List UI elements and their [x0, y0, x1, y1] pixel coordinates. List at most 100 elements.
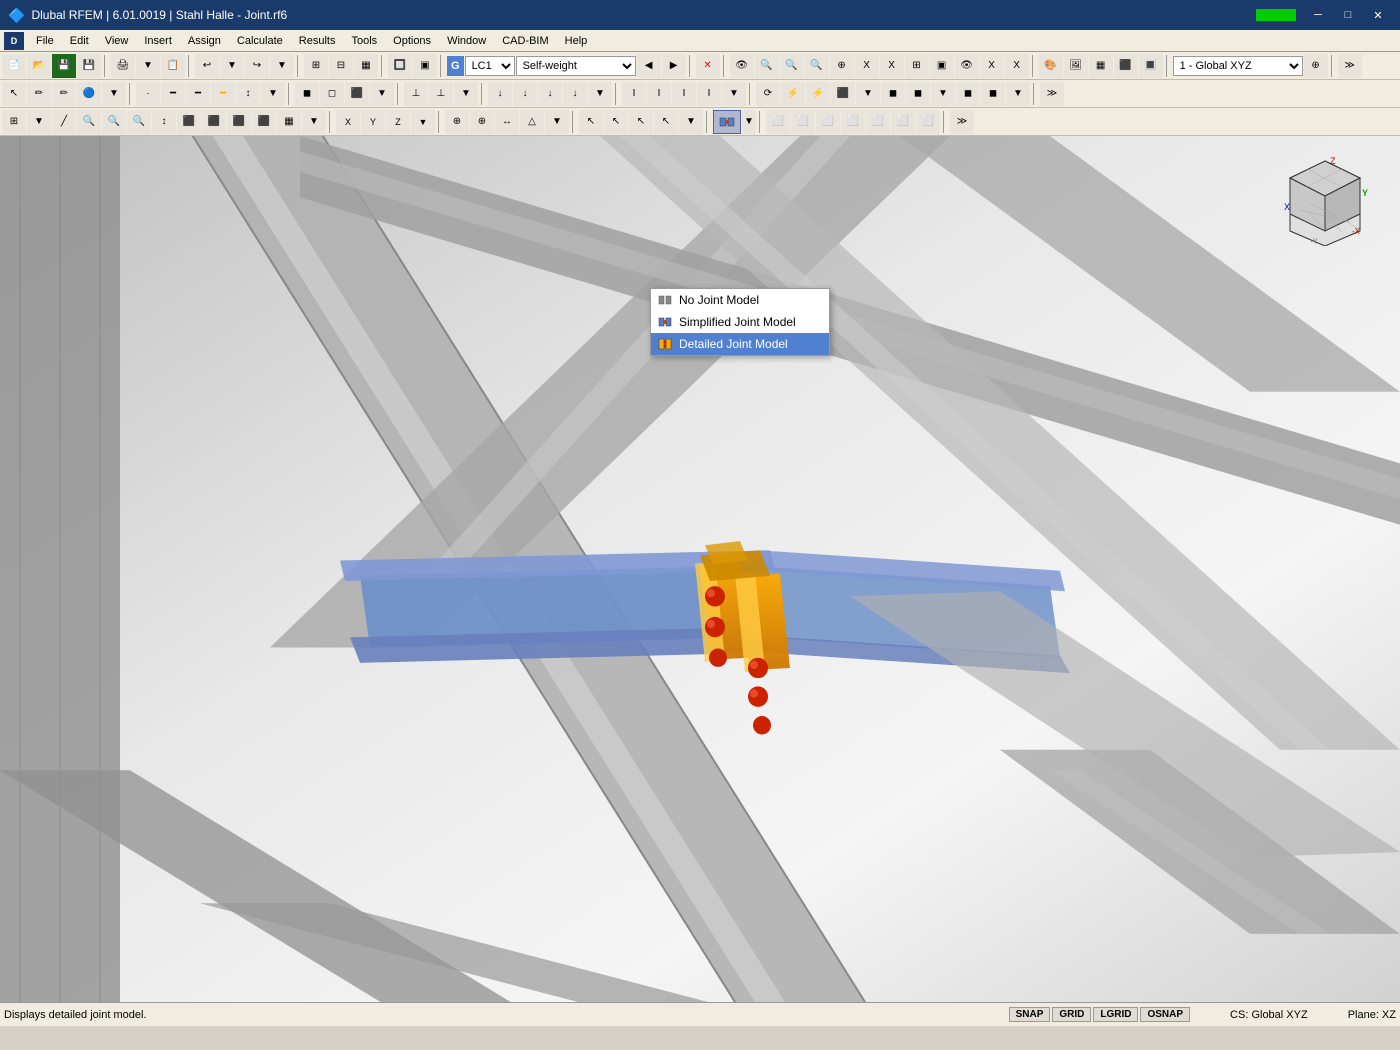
new-btn[interactable]: 📄: [2, 54, 26, 78]
t3-view1[interactable]: ⊞: [2, 110, 26, 134]
t2-calc8[interactable]: ▼: [931, 82, 955, 106]
t2-btn5[interactable]: ▼: [102, 82, 126, 106]
t3-view11[interactable]: ⬛: [252, 110, 276, 134]
t2-member4[interactable]: ↕: [236, 82, 260, 106]
save-all-btn[interactable]: 💾: [77, 54, 101, 78]
t3-misc3[interactable]: ⬜: [816, 110, 840, 134]
t2-support3[interactable]: ▼: [454, 82, 478, 106]
t2-support2[interactable]: ⊥: [429, 82, 453, 106]
t2-member3[interactable]: ━: [211, 82, 235, 106]
t2-calc6[interactable]: ◼: [881, 82, 905, 106]
t3-misc7[interactable]: ⬜: [916, 110, 940, 134]
redo-dropdown[interactable]: ▼: [270, 54, 294, 78]
t2-calc10[interactable]: ◼: [981, 82, 1005, 106]
menu-calculate[interactable]: Calculate: [229, 30, 291, 51]
t3-snap2[interactable]: ⊕: [470, 110, 494, 134]
view-icon8[interactable]: ⊞: [905, 54, 929, 78]
t2-member1[interactable]: ━: [161, 82, 185, 106]
coord-btn[interactable]: ⊕: [1304, 54, 1328, 78]
print-dropdown[interactable]: ▼: [136, 54, 160, 78]
menu-assign[interactable]: Assign: [180, 30, 229, 51]
3d-viewport[interactable]: No Joint Model Simplified Joint Model: [0, 136, 1400, 1026]
t2-sect2[interactable]: I: [647, 82, 671, 106]
t2-calc5[interactable]: ▼: [856, 82, 880, 106]
t2-calc7[interactable]: ◼: [906, 82, 930, 106]
view-icon2[interactable]: 🔍: [755, 54, 779, 78]
t3-view9[interactable]: ⬛: [202, 110, 226, 134]
t2-sect1[interactable]: I: [622, 82, 646, 106]
open-btn[interactable]: 📂: [27, 54, 51, 78]
t2-sect3[interactable]: I: [672, 82, 696, 106]
t2-support1[interactable]: ⊥: [404, 82, 428, 106]
view-icon5[interactable]: ⊕: [830, 54, 854, 78]
t2-btn1[interactable]: ↖: [2, 82, 26, 106]
t2-btn2[interactable]: ✏: [27, 82, 51, 106]
minimize-button[interactable]: ─: [1304, 5, 1332, 25]
menu-tools[interactable]: Tools: [343, 30, 385, 51]
render4-btn[interactable]: ⬛: [1114, 54, 1138, 78]
t2-btn4[interactable]: 🔵: [77, 82, 101, 106]
t3-select2[interactable]: ↖: [604, 110, 628, 134]
view-icon1[interactable]: 👁: [730, 54, 754, 78]
t2-load4[interactable]: ↓: [563, 82, 587, 106]
joint-model-dropdown[interactable]: ▼: [742, 110, 756, 134]
menu-results[interactable]: Results: [291, 30, 344, 51]
t3-view4[interactable]: 🔍: [77, 110, 101, 134]
table3-btn[interactable]: ▦: [354, 54, 378, 78]
t3-view7[interactable]: ↕: [152, 110, 176, 134]
menu-help[interactable]: Help: [557, 30, 596, 51]
t3-select5[interactable]: ▼: [679, 110, 703, 134]
t2-calc9[interactable]: ◼: [956, 82, 980, 106]
lc-selector[interactable]: LC1: [465, 56, 515, 76]
view-icon10[interactable]: 👁: [955, 54, 979, 78]
menu-window[interactable]: Window: [439, 30, 494, 51]
lgrid-btn[interactable]: LGRID: [1093, 1007, 1138, 1022]
t3-snap3[interactable]: ↔: [495, 110, 519, 134]
undo-btn[interactable]: ↩: [195, 54, 219, 78]
view-icon6[interactable]: X: [855, 54, 879, 78]
t2-sect5[interactable]: ▼: [722, 82, 746, 106]
menu-view[interactable]: View: [97, 30, 137, 51]
t2-member5[interactable]: ▼: [261, 82, 285, 106]
redo-btn[interactable]: ↪: [245, 54, 269, 78]
t3-view2[interactable]: ▼: [27, 110, 51, 134]
t2-more[interactable]: ≫: [1040, 82, 1064, 106]
t2-load3[interactable]: ↓: [538, 82, 562, 106]
t3-view6[interactable]: 🔍: [127, 110, 151, 134]
maximize-button[interactable]: □: [1334, 5, 1362, 25]
t2-calc3[interactable]: ⚡: [806, 82, 830, 106]
t3-misc6[interactable]: ⬜: [891, 110, 915, 134]
t3-select1[interactable]: ↖: [579, 110, 603, 134]
t3-axis-xyz[interactable]: ▼: [411, 110, 435, 134]
t3-view8[interactable]: ⬛: [177, 110, 201, 134]
coord-selector[interactable]: 1 - Global XYZ: [1173, 56, 1303, 76]
t2-sect4[interactable]: I: [697, 82, 721, 106]
t2-load1[interactable]: ↓: [488, 82, 512, 106]
t2-surface2[interactable]: ◻: [320, 82, 344, 106]
t3-view13[interactable]: ▼: [302, 110, 326, 134]
t3-snap5[interactable]: ▼: [545, 110, 569, 134]
view-icon4[interactable]: 🔍: [805, 54, 829, 78]
t2-calc1[interactable]: ⟳: [756, 82, 780, 106]
t2-load2[interactable]: ↓: [513, 82, 537, 106]
t2-surface[interactable]: ◼: [295, 82, 319, 106]
t3-misc2[interactable]: ⬜: [791, 110, 815, 134]
view-icon12[interactable]: X: [1005, 54, 1029, 78]
lc-prev[interactable]: ◀: [637, 54, 661, 78]
orientation-cube[interactable]: Y Z X -X -Y: [1280, 156, 1370, 246]
render3-btn[interactable]: ▦: [1089, 54, 1113, 78]
t3-view5[interactable]: 🔍: [102, 110, 126, 134]
save-btn[interactable]: 💾: [52, 54, 76, 78]
menu-file[interactable]: File: [28, 30, 62, 51]
copy-btn[interactable]: 📋: [161, 54, 185, 78]
t3-select4[interactable]: ↖: [654, 110, 678, 134]
no-joint-model-item[interactable]: No Joint Model: [651, 289, 829, 311]
t2-load5[interactable]: ▼: [588, 82, 612, 106]
table-btn[interactable]: ⊞: [304, 54, 328, 78]
t3-axis-y[interactable]: Y: [361, 110, 385, 134]
t3-view3[interactable]: ╱: [52, 110, 76, 134]
print-btn[interactable]: 🖨: [111, 54, 135, 78]
t2-calc11[interactable]: ▼: [1006, 82, 1030, 106]
close-button[interactable]: ✕: [1364, 5, 1392, 25]
t3-axis-z[interactable]: Z: [386, 110, 410, 134]
